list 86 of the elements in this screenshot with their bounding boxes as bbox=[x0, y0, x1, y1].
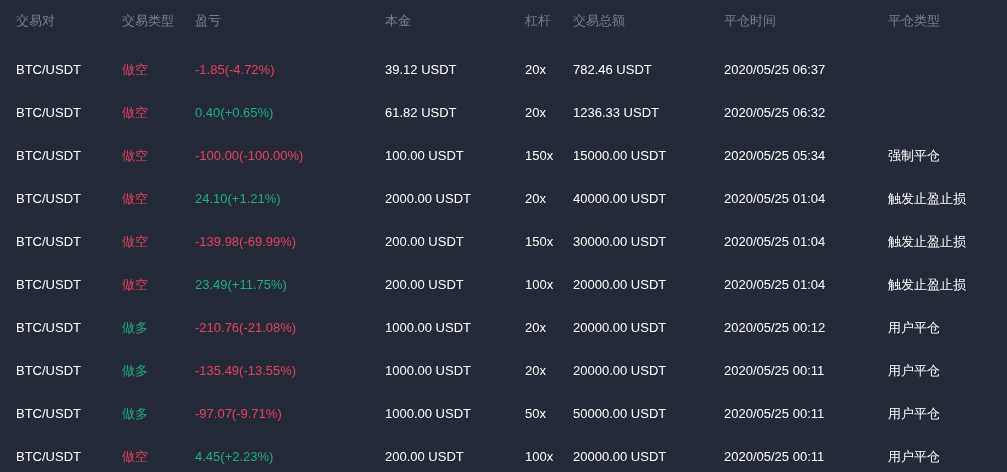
close-type-cell-text: 用户平仓 bbox=[888, 447, 941, 466]
pair-cell-text: BTC/USDT bbox=[16, 449, 82, 464]
pnl-cell-text: 24.10(+1.21%) bbox=[195, 191, 282, 206]
close-type-cell-text: 用户平仓 bbox=[888, 361, 941, 380]
principal-cell-text: 1000.00 USDT bbox=[385, 320, 472, 335]
leverage-cell-text: 20x bbox=[525, 320, 547, 335]
close-type-cell-text: 用户平仓 bbox=[888, 404, 941, 423]
principal-cell-text: 2000.00 USDT bbox=[385, 191, 472, 206]
close-type-cell-text: 触发止盈止损 bbox=[888, 232, 967, 251]
principal-cell-text: 200.00 USDT bbox=[385, 449, 465, 464]
principal-cell-text: 200.00 USDT bbox=[385, 277, 465, 292]
pnl-cell-text: 4.45(+2.23%) bbox=[195, 449, 275, 464]
close-time-cell-text: 2020/05/25 00:11 bbox=[724, 449, 826, 464]
trade-type-cell-text: 做空 bbox=[122, 103, 149, 122]
trade-type-cell-text: 做多 bbox=[122, 361, 149, 380]
principal-cell-text: 1000.00 USDT bbox=[385, 363, 472, 378]
trade-type-cell-text: 做空 bbox=[122, 146, 149, 165]
column-header: 交易总额 bbox=[573, 12, 626, 30]
total-cell-text: 20000.00 USDT bbox=[573, 449, 668, 464]
pnl-cell-text: 0.40(+0.65%) bbox=[195, 105, 275, 120]
pnl-cell-text: -1.85(-4.72%) bbox=[195, 62, 276, 77]
pair-cell-text: BTC/USDT bbox=[16, 105, 82, 120]
pnl-cell-text: -97.07(-9.71%) bbox=[195, 406, 283, 421]
close-time-cell-text: 2020/05/25 06:32 bbox=[724, 105, 827, 120]
pnl-cell-text: -100.00(-100.00%) bbox=[195, 148, 305, 163]
total-cell-text: 15000.00 USDT bbox=[573, 148, 668, 163]
leverage-cell-text: 20x bbox=[525, 105, 547, 120]
leverage-cell-text: 150x bbox=[525, 234, 555, 249]
trade-type-cell-text: 做多 bbox=[122, 318, 149, 337]
pnl-cell-text: -210.76(-21.08%) bbox=[195, 320, 298, 335]
column-header: 交易对 bbox=[16, 12, 56, 30]
trade-type-cell-text: 做空 bbox=[122, 275, 149, 294]
pair-cell-text: BTC/USDT bbox=[16, 320, 82, 335]
total-cell-text: 782.46 USDT bbox=[573, 62, 653, 77]
total-cell-text: 20000.00 USDT bbox=[573, 363, 668, 378]
close-time-cell-text: 2020/05/25 00:11 bbox=[724, 363, 826, 378]
total-cell-text: 1236.33 USDT bbox=[573, 105, 660, 120]
leverage-cell-text: 20x bbox=[525, 62, 547, 77]
total-cell-text: 50000.00 USDT bbox=[573, 406, 668, 421]
principal-cell-text: 200.00 USDT bbox=[385, 234, 465, 249]
pair-cell-text: BTC/USDT bbox=[16, 406, 82, 421]
total-cell-text: 20000.00 USDT bbox=[573, 277, 668, 292]
close-time-cell-text: 2020/05/25 01:04 bbox=[724, 277, 827, 292]
column-header: 平仓类型 bbox=[888, 12, 941, 30]
leverage-cell-text: 150x bbox=[525, 148, 555, 163]
trade-type-cell-text: 做空 bbox=[122, 189, 149, 208]
total-cell-text: 40000.00 USDT bbox=[573, 191, 668, 206]
pair-cell-text: BTC/USDT bbox=[16, 277, 82, 292]
principal-cell-text: 61.82 USDT bbox=[385, 105, 458, 120]
close-time-cell-text: 2020/05/25 05:34 bbox=[724, 148, 827, 163]
leverage-cell-text: 20x bbox=[525, 363, 547, 378]
principal-cell-text: 1000.00 USDT bbox=[385, 406, 472, 421]
total-cell-text: 20000.00 USDT bbox=[573, 320, 668, 335]
pair-cell-text: BTC/USDT bbox=[16, 234, 82, 249]
leverage-cell-text: 20x bbox=[525, 191, 547, 206]
close-time-cell-text: 2020/05/25 00:11 bbox=[724, 406, 826, 421]
total-cell-text: 30000.00 USDT bbox=[573, 234, 668, 249]
principal-cell-text: 39.12 USDT bbox=[385, 62, 458, 77]
pnl-cell-text: -139.98(-69.99%) bbox=[195, 234, 298, 249]
trade-type-cell-text: 做多 bbox=[122, 404, 149, 423]
close-type-cell-text: 触发止盈止损 bbox=[888, 275, 967, 294]
pair-cell-text: BTC/USDT bbox=[16, 148, 82, 163]
close-type-cell-text: 触发止盈止损 bbox=[888, 189, 967, 208]
close-time-cell-text: 2020/05/25 00:12 bbox=[724, 320, 827, 335]
close-type-cell-text: 强制平仓 bbox=[888, 146, 941, 165]
column-header: 杠杆 bbox=[525, 12, 552, 30]
pnl-cell-text: 23.49(+11.75%) bbox=[195, 277, 288, 292]
column-header: 交易类型 bbox=[122, 12, 175, 30]
pair-cell-text: BTC/USDT bbox=[16, 62, 82, 77]
trade-type-cell-text: 做空 bbox=[122, 60, 149, 79]
leverage-cell-text: 50x bbox=[525, 406, 547, 421]
leverage-cell-text: 100x bbox=[525, 277, 555, 292]
close-time-cell-text: 2020/05/25 06:37 bbox=[724, 62, 827, 77]
trade-type-cell-text: 做空 bbox=[122, 447, 149, 466]
close-type-cell-text: 用户平仓 bbox=[888, 318, 941, 337]
column-header: 本金 bbox=[385, 12, 412, 30]
pair-cell-text: BTC/USDT bbox=[16, 363, 82, 378]
pair-cell-text: BTC/USDT bbox=[16, 191, 82, 206]
close-time-cell-text: 2020/05/25 01:04 bbox=[724, 234, 827, 249]
leverage-cell-text: 100x bbox=[525, 449, 555, 464]
column-header: 平仓时间 bbox=[724, 12, 777, 30]
trade-type-cell-text: 做空 bbox=[122, 232, 149, 251]
column-header: 盈亏 bbox=[195, 12, 222, 30]
close-time-cell-text: 2020/05/25 01:04 bbox=[724, 191, 827, 206]
pnl-cell-text: -135.49(-13.55%) bbox=[195, 363, 298, 378]
principal-cell-text: 100.00 USDT bbox=[385, 148, 465, 163]
